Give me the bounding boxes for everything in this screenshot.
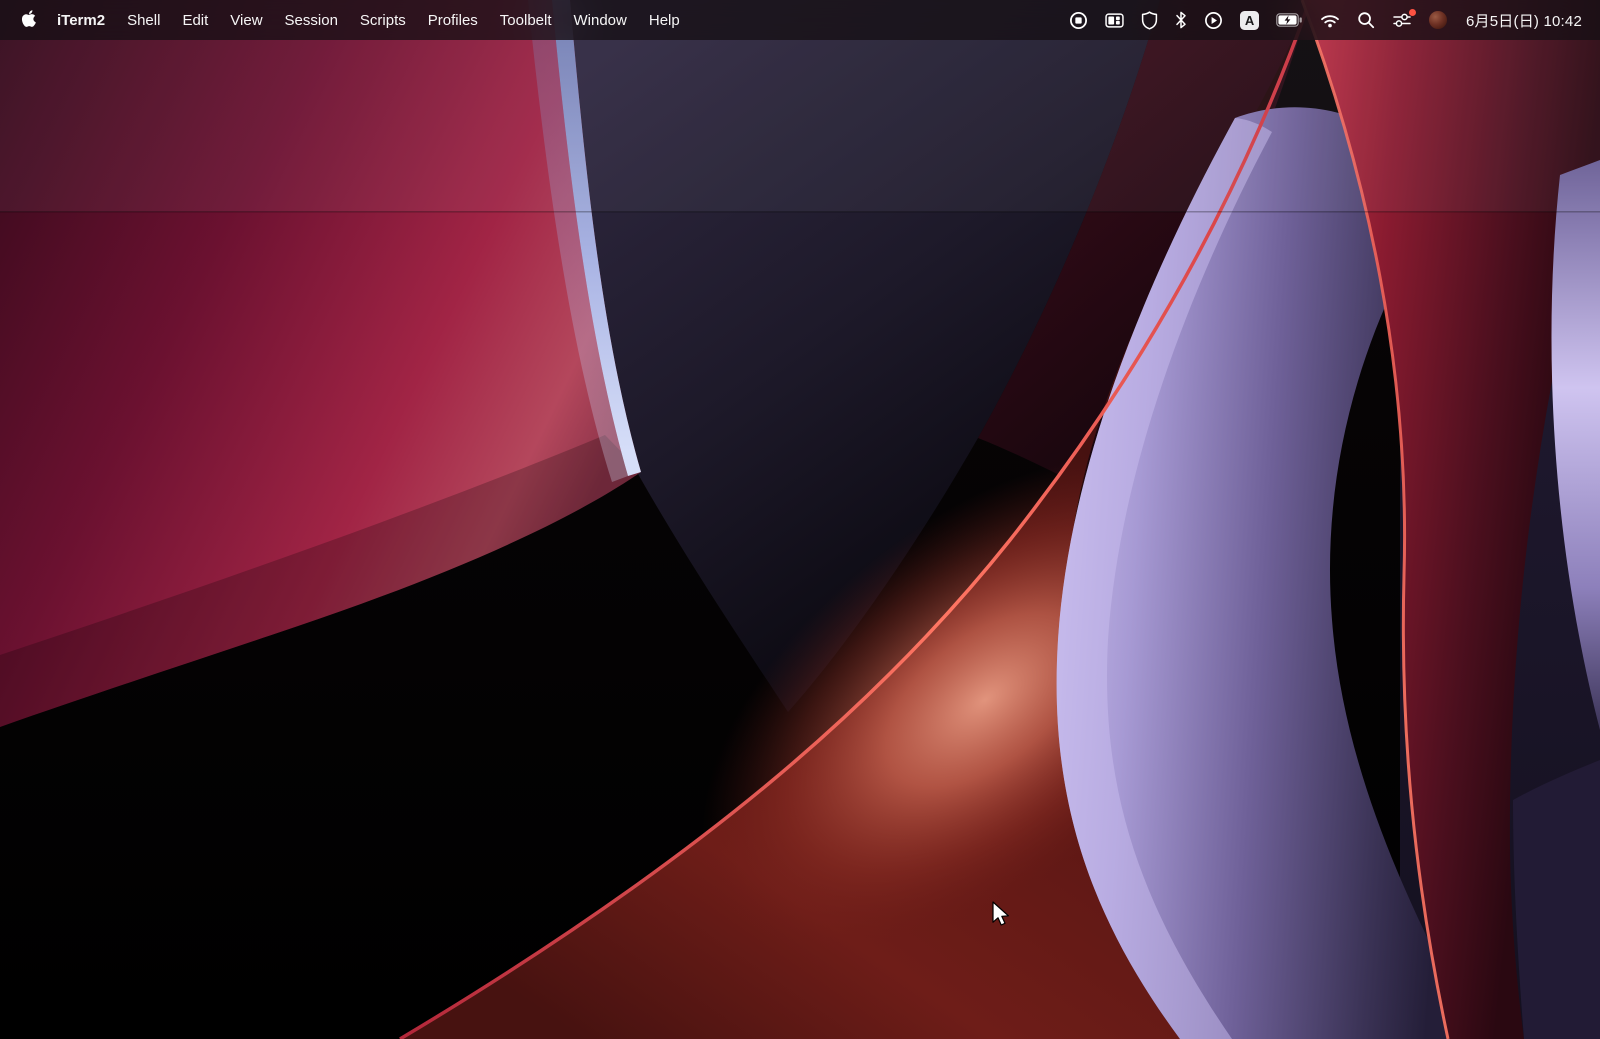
desktop-wallpaper [0, 0, 1600, 1039]
menu-bar-left: iTerm2 Shell Edit View Session Scripts P… [0, 0, 691, 40]
menu-view[interactable]: View [219, 0, 273, 40]
menu-scripts[interactable]: Scripts [349, 0, 417, 40]
menu-bar-clock[interactable]: 6月5日(日) 10:42 [1464, 0, 1584, 40]
apple-menu[interactable] [12, 0, 46, 40]
menu-session[interactable]: Session [274, 0, 349, 40]
screen-recording-icon[interactable] [1069, 0, 1088, 40]
menu-extra-sliders-icon[interactable] [1392, 0, 1412, 40]
wifi-icon[interactable] [1320, 0, 1340, 40]
battery-charging-icon[interactable] [1276, 0, 1303, 40]
app-avatar-icon[interactable] [1429, 0, 1447, 40]
menu-window[interactable]: Window [563, 0, 638, 40]
menu-toolbelt[interactable]: Toolbelt [489, 0, 563, 40]
input-method-icon[interactable]: A [1240, 0, 1259, 40]
bluetooth-icon[interactable] [1175, 0, 1187, 40]
play-circle-icon[interactable] [1204, 0, 1223, 40]
shield-icon[interactable] [1141, 0, 1158, 40]
menu-help[interactable]: Help [638, 0, 691, 40]
menu-bar-status-area: A [1069, 0, 1600, 40]
window-manager-icon[interactable] [1105, 0, 1124, 40]
input-method-label: A [1240, 11, 1259, 30]
menu-shell[interactable]: Shell [116, 0, 171, 40]
app-menu-iterm2[interactable]: iTerm2 [46, 0, 116, 40]
menu-profiles[interactable]: Profiles [417, 0, 489, 40]
apple-icon [21, 9, 36, 31]
menu-bar: iTerm2 Shell Edit View Session Scripts P… [0, 0, 1600, 40]
notification-dot [1409, 9, 1416, 16]
spotlight-search-icon[interactable] [1357, 0, 1375, 40]
menu-edit[interactable]: Edit [171, 0, 219, 40]
